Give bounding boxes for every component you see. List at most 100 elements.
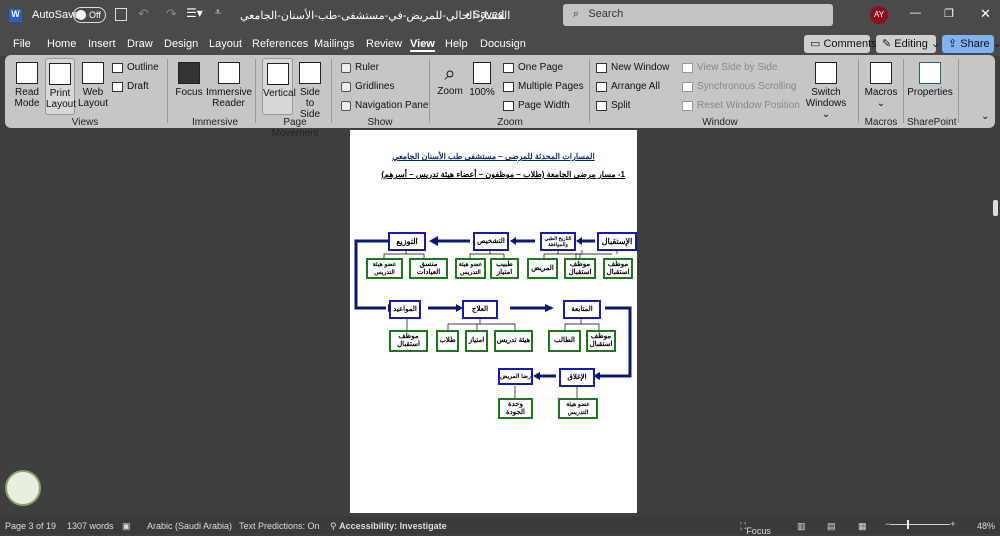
proofing-icon[interactable]: ▣ [122,521,131,532]
vertical-button[interactable]: Vertical [262,58,296,115]
search-input[interactable]: ⌕ Search [563,4,833,26]
avatar[interactable]: AY [870,6,888,24]
comments-button[interactable]: ▭ Comments [804,35,877,53]
focus-mode-button[interactable]: ⛶ Focus [740,521,771,536]
ruler-checkbox[interactable]: Ruler [341,62,379,73]
group-zoom: Zoom [497,117,523,128]
vertical-icon [266,63,289,85]
page-100-icon [473,62,491,84]
redo-icon[interactable]: ↷ [166,6,177,22]
one-page-icon [503,62,514,73]
document-page[interactable]: المسارات المحدثة للمرضى – مستشفى طب الأس… [350,130,637,513]
side-by-side-icon [682,62,693,73]
page-width-button[interactable]: Page Width [503,100,570,111]
web-layout-button[interactable]: Web Layout [78,62,108,109]
navigation-pane-checkbox[interactable]: Navigation Pane [341,100,428,111]
page-count[interactable]: Page 3 of 19 [5,521,56,531]
page-icon [49,63,71,85]
book-icon [16,62,38,84]
line-spacing-icon[interactable]: ☰▾ [186,6,203,20]
save-icon[interactable] [115,8,127,21]
tab-layout[interactable]: Layout [209,38,242,50]
status-bar: Page 3 of 19 1307 words ▣ Arabic (Saudi … [0,516,1000,536]
tab-view[interactable]: View [410,38,435,52]
flow-node-diagnosis: التشخيص [473,232,509,251]
editing-button[interactable]: ✎ Editing ⌄ [876,35,940,53]
focus-button[interactable]: Focus [175,62,203,98]
magnifier-icon: ⌕ [444,63,456,85]
zoom-button[interactable]: ⌕ Zoom [436,62,464,97]
arrange-all-button[interactable]: Arrange All [596,81,660,92]
tab-review[interactable]: Review [366,38,402,50]
chevron-down-icon[interactable]: ⌄ [497,8,505,19]
flow-node-interns: امتياز [465,330,488,352]
word-count[interactable]: 1307 words [67,521,114,531]
tab-draw[interactable]: Draw [127,38,153,50]
sync-scroll-icon [682,81,693,92]
outline-button[interactable]: Outline [112,62,159,73]
vertical-scrollbar[interactable] [990,130,1000,513]
tab-home[interactable]: Home [47,38,76,50]
zoom-slider[interactable]: − + [885,519,956,530]
flow-node-quality-unit: وحدة الجودة [498,398,533,419]
ribbon-tabs: File Home Insert Draw Design Layout Refe… [0,32,1000,56]
macros-button[interactable]: Macros ⌄ [863,62,899,109]
scrollbar-thumb[interactable] [993,200,998,216]
language-status[interactable]: Arabic (Saudi Arabia) [147,521,232,531]
tab-mailings[interactable]: Mailings [314,38,354,50]
split-icon [596,100,607,111]
share-button[interactable]: ⇪ Share ⌄ [942,35,1000,53]
collapse-ribbon-icon[interactable]: ⌄ [981,111,989,122]
read-mode-view-icon[interactable]: ▥ [797,521,806,532]
word-logo-icon: W [9,9,22,22]
zoom-level[interactable]: 48% [977,521,995,531]
macros-icon [870,62,892,84]
flow-node-distribution: التوزيع [388,232,426,251]
search-icon: ⌕ [573,8,580,20]
split-button[interactable]: Split [596,100,630,111]
zoom-100-button[interactable]: 100% [468,62,496,98]
immersive-reader-button[interactable]: Immersive Reader [206,62,252,109]
multiple-pages-icon [503,81,514,92]
customize-qat-icon[interactable]: ⩡ [215,7,221,18]
text-predictions-status[interactable]: Text Predictions: On [239,521,320,531]
close-icon[interactable]: ✕ [980,6,991,22]
tab-references[interactable]: References [252,38,308,50]
group-immersive: Immersive [191,117,239,128]
undo-icon[interactable]: ↶ [138,6,149,22]
search-placeholder: Search [588,8,624,20]
tab-design[interactable]: Design [164,38,198,50]
side-to-side-button[interactable]: Side to Side [295,62,325,120]
read-mode-button[interactable]: Read Mode [11,62,43,109]
multiple-pages-button[interactable]: Multiple Pages [503,81,584,92]
outline-icon [112,62,123,73]
tab-help[interactable]: Help [445,38,468,50]
flow-node-reception: الإستقبال [597,232,637,251]
properties-button[interactable]: Properties [907,62,953,98]
tab-docusign[interactable]: Docusign [480,38,526,50]
minimize-icon[interactable]: — [910,7,921,19]
one-page-button[interactable]: One Page [503,62,563,73]
autosave-toggle[interactable]: Off [73,7,106,23]
flow-node-intern: طبيب امتياز [490,258,519,279]
print-layout-button[interactable]: Print Layout [45,58,76,115]
restore-icon[interactable]: ❐ [944,7,954,20]
tab-file[interactable]: File [13,38,31,50]
flow-node-student: الطالب [548,330,581,352]
accessibility-status[interactable]: ⚲ Accessibility: Investigate [330,521,447,532]
flow-node-closure: الإغلاق [559,368,595,387]
print-layout-view-icon[interactable]: ▤ [827,521,836,532]
draft-button[interactable]: Draft [112,81,149,92]
synchronous-scrolling-button[interactable]: Synchronous Scrolling [682,81,797,92]
tab-insert[interactable]: Insert [88,38,116,50]
view-side-by-side-button[interactable]: View Side by Side [682,62,777,73]
gridlines-checkbox[interactable]: Gridlines [341,81,394,92]
watermark-logo-icon [5,470,41,506]
properties-icon [919,62,941,84]
flow-node-history-consent: التاريخ الطبي والموافقة [540,232,576,251]
reset-window-position-button[interactable]: Reset Window Position [682,100,800,111]
new-window-button[interactable]: New Window [596,62,669,73]
focus-icon [178,62,200,84]
web-layout-view-icon[interactable]: ▦ [858,521,867,532]
switch-windows-button[interactable]: Switch Windows ⌄ [805,62,847,120]
